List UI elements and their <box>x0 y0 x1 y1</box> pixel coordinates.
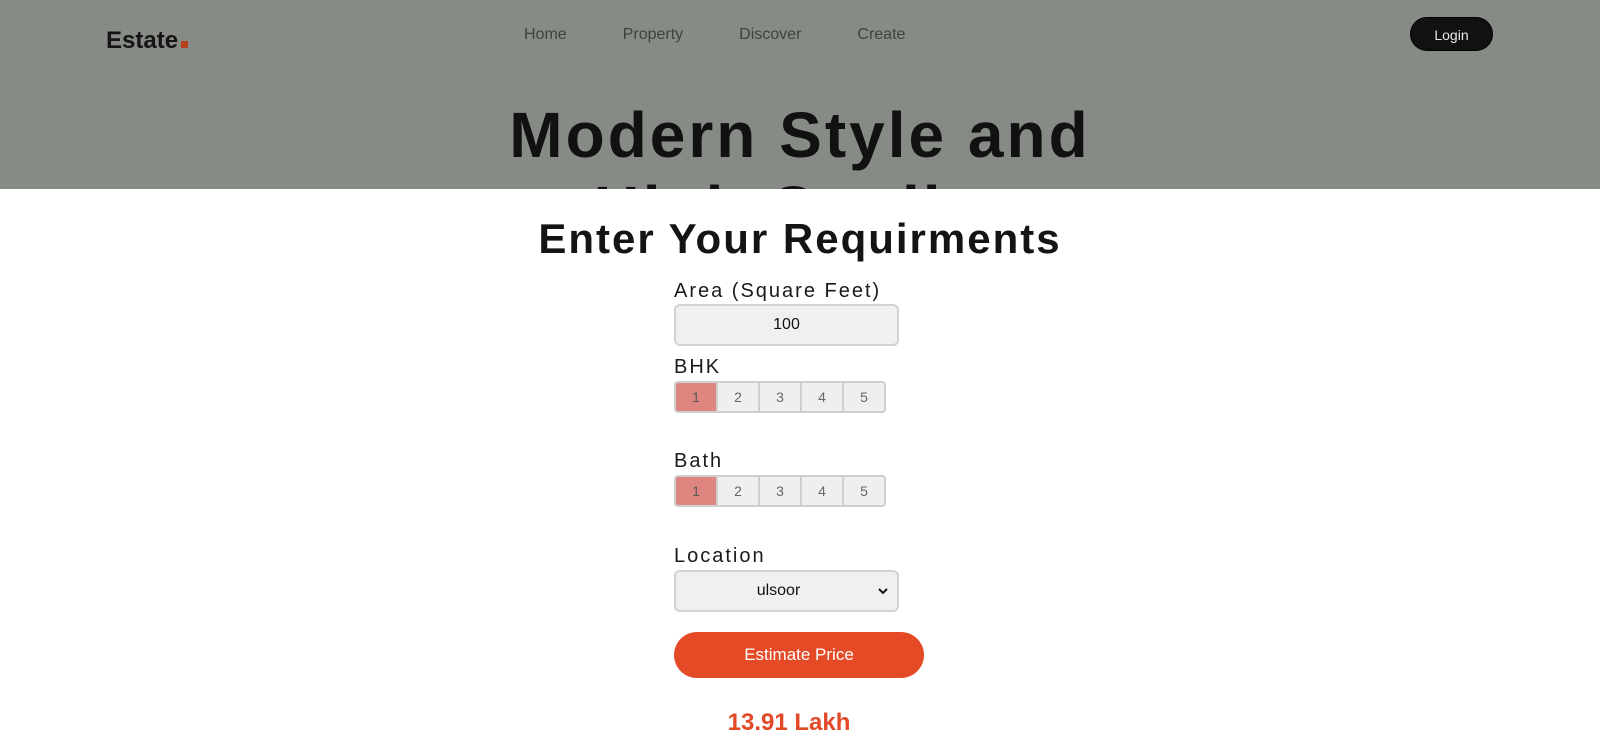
estimated-price-result: 13.91 Lakh <box>727 709 851 736</box>
nav-create[interactable]: Create <box>857 26 905 44</box>
hero-title-line-2: High Quality <box>0 172 1600 189</box>
nav-discover[interactable]: Discover <box>739 26 801 44</box>
nav-home[interactable]: Home <box>524 26 567 44</box>
logo-dot-icon <box>181 41 189 48</box>
main-nav: Home Property Discover Create <box>524 26 961 44</box>
bath-option-5[interactable]: 5 <box>844 477 884 505</box>
bhk-option-5[interactable]: 5 <box>844 383 884 411</box>
login-button[interactable]: Login <box>1410 17 1493 51</box>
nav-property[interactable]: Property <box>623 26 683 44</box>
bhk-option-4[interactable]: 4 <box>802 383 844 411</box>
bath-option-3[interactable]: 3 <box>760 477 802 505</box>
hero-title-line-1: Modern Style and <box>509 99 1091 171</box>
location-select-value: ulsoor <box>756 582 801 599</box>
logo-text: Estate <box>106 27 179 54</box>
bhk-selector: 1 2 3 4 5 <box>674 381 886 413</box>
bath-option-4[interactable]: 4 <box>802 477 844 505</box>
requirements-panel: Enter Your Requirments Area (Square Feet… <box>0 189 1600 752</box>
bath-selector: 1 2 3 4 5 <box>674 475 886 507</box>
bath-label: Bath <box>674 450 724 472</box>
bhk-option-1[interactable]: 1 <box>676 383 718 411</box>
panel-title: Enter Your Requirments <box>538 215 1062 262</box>
bhk-label: BHK <box>674 356 722 378</box>
bhk-option-3[interactable]: 3 <box>760 383 802 411</box>
bath-option-1[interactable]: 1 <box>676 477 718 505</box>
area-input[interactable] <box>674 304 899 346</box>
location-label: Location <box>674 545 766 567</box>
bhk-option-2[interactable]: 2 <box>718 383 760 411</box>
hero-title: Modern Style and High Quality <box>0 98 1600 189</box>
area-label: Area (Square Feet) <box>674 280 882 302</box>
location-select[interactable]: ulsoor <box>674 570 899 612</box>
bath-option-2[interactable]: 2 <box>718 477 760 505</box>
logo[interactable]: Estate <box>106 27 189 55</box>
header-overlay: Estate Home Property Discover Create Log… <box>0 0 1600 189</box>
estimate-price-button[interactable]: Estimate Price <box>674 632 924 678</box>
chevron-down-icon <box>878 588 888 595</box>
